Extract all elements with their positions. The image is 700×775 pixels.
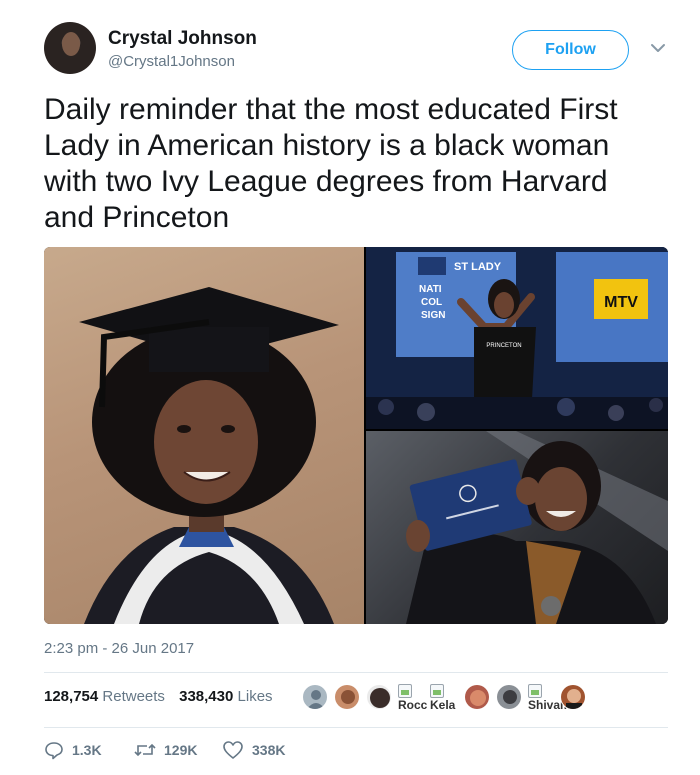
tweet-media[interactable]: MTV ST LADY NATI COL SIGN PRINCETON (44, 247, 668, 624)
liker-broken-image[interactable]: Shivam (528, 684, 571, 724)
diploma-holding-photo[interactable] (366, 431, 668, 624)
reply-icon (45, 742, 63, 760)
retweet-icon (134, 743, 156, 757)
likes-stat[interactable]: 338,430 Likes (179, 688, 272, 705)
liker-avatar[interactable] (366, 684, 392, 710)
mtv-logo-text: MTV (604, 294, 638, 311)
liker-caption: Kela (430, 698, 456, 712)
liker-avatar[interactable] (560, 684, 586, 710)
divider (44, 672, 668, 673)
chevron-down-icon[interactable] (648, 38, 668, 58)
liker-broken-image-caption-holder: Rocc (398, 684, 428, 724)
author-name[interactable]: Crystal Johnson (108, 28, 257, 50)
retweets-label: Retweets (102, 688, 165, 705)
sign-line-3: SIGN (421, 310, 445, 321)
tweet-header: Crystal Johnson @Crystal1Johnson Follow (44, 22, 665, 82)
retweets-stat[interactable]: 128,754 Retweets (44, 688, 165, 705)
heart-icon (223, 741, 243, 759)
shirt-text: PRINCETON (486, 343, 521, 349)
retweet-count: 129K (164, 742, 198, 758)
retweet-button[interactable]: 129K (134, 738, 197, 762)
author-avatar[interactable] (44, 22, 96, 74)
like-count: 338K (252, 742, 286, 758)
likers-avatars: Rocc Kela Shivam (302, 684, 602, 724)
banner-sign-text: ST LADY (454, 261, 502, 273)
reply-count: 1.3K (72, 742, 102, 758)
sign-line-1: NATI (419, 284, 442, 295)
like-button[interactable]: 338K (222, 738, 285, 762)
follow-button[interactable]: Follow (512, 30, 629, 70)
liker-broken-image-caption-holder: Kela (430, 684, 456, 724)
graduation-portrait-photo[interactable] (44, 247, 364, 624)
liker-avatar[interactable] (464, 684, 490, 710)
likes-label: Likes (237, 688, 273, 705)
liker-caption: Rocc (398, 698, 428, 712)
likes-count: 338,430 (179, 688, 234, 705)
broken-image-icon (528, 684, 542, 698)
reply-button[interactable]: 1.3K (44, 738, 102, 762)
sign-line-2: COL (421, 297, 442, 308)
liker-avatar[interactable] (496, 684, 522, 710)
tweet-timestamp[interactable]: 2:23 pm - 26 Jun 2017 (44, 640, 194, 657)
retweets-count: 128,754 (44, 688, 99, 705)
tweet-stats: 128,754 Retweets 338,430 Likes (44, 688, 283, 712)
stage-event-photo[interactable]: MTV ST LADY NATI COL SIGN PRINCETON (366, 247, 668, 429)
tweet-text: Daily reminder that the most educated Fi… (44, 93, 618, 234)
liker-avatar[interactable] (334, 684, 360, 710)
liker-default-avatar[interactable] (302, 684, 328, 710)
divider (44, 727, 668, 728)
author-handle[interactable]: @Crystal1Johnson (108, 53, 235, 70)
